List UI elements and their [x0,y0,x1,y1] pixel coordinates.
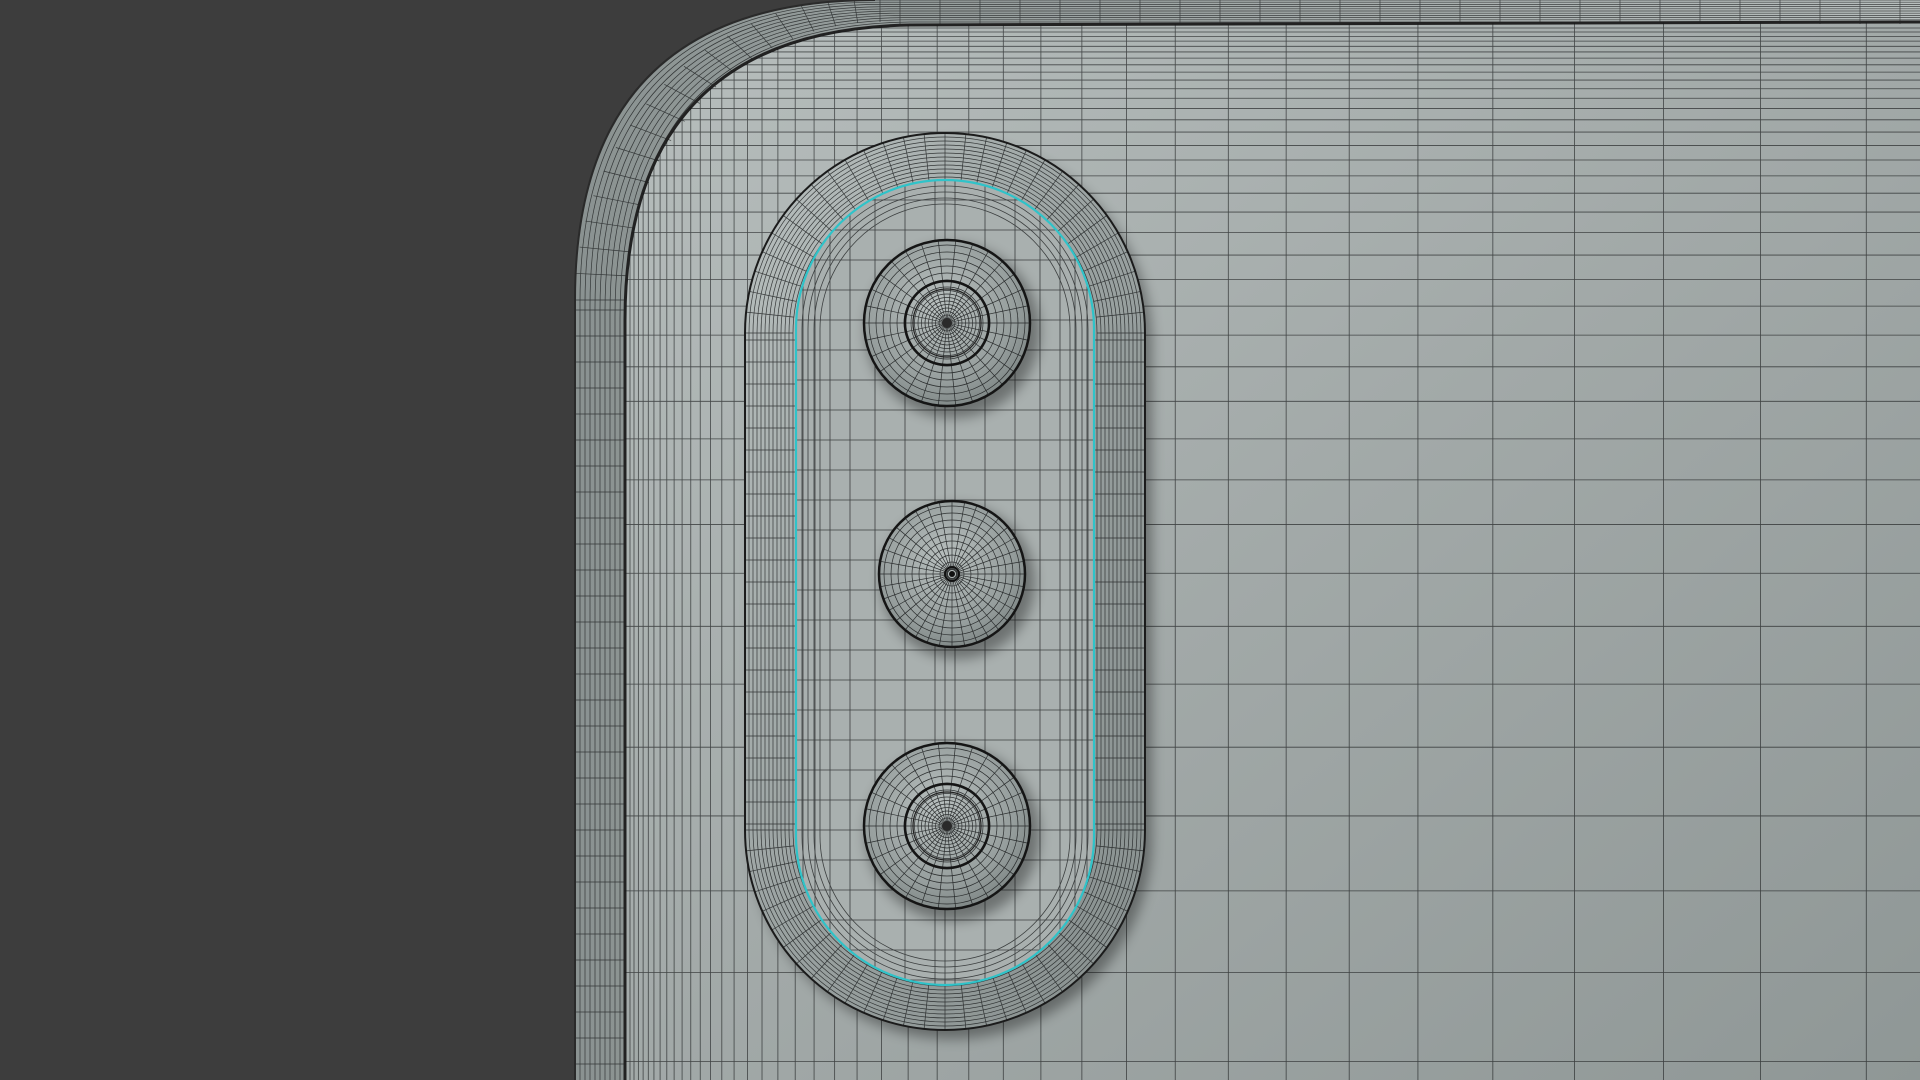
viewport[interactable] [0,0,1920,1080]
wireframe-render [574,0,1920,1080]
